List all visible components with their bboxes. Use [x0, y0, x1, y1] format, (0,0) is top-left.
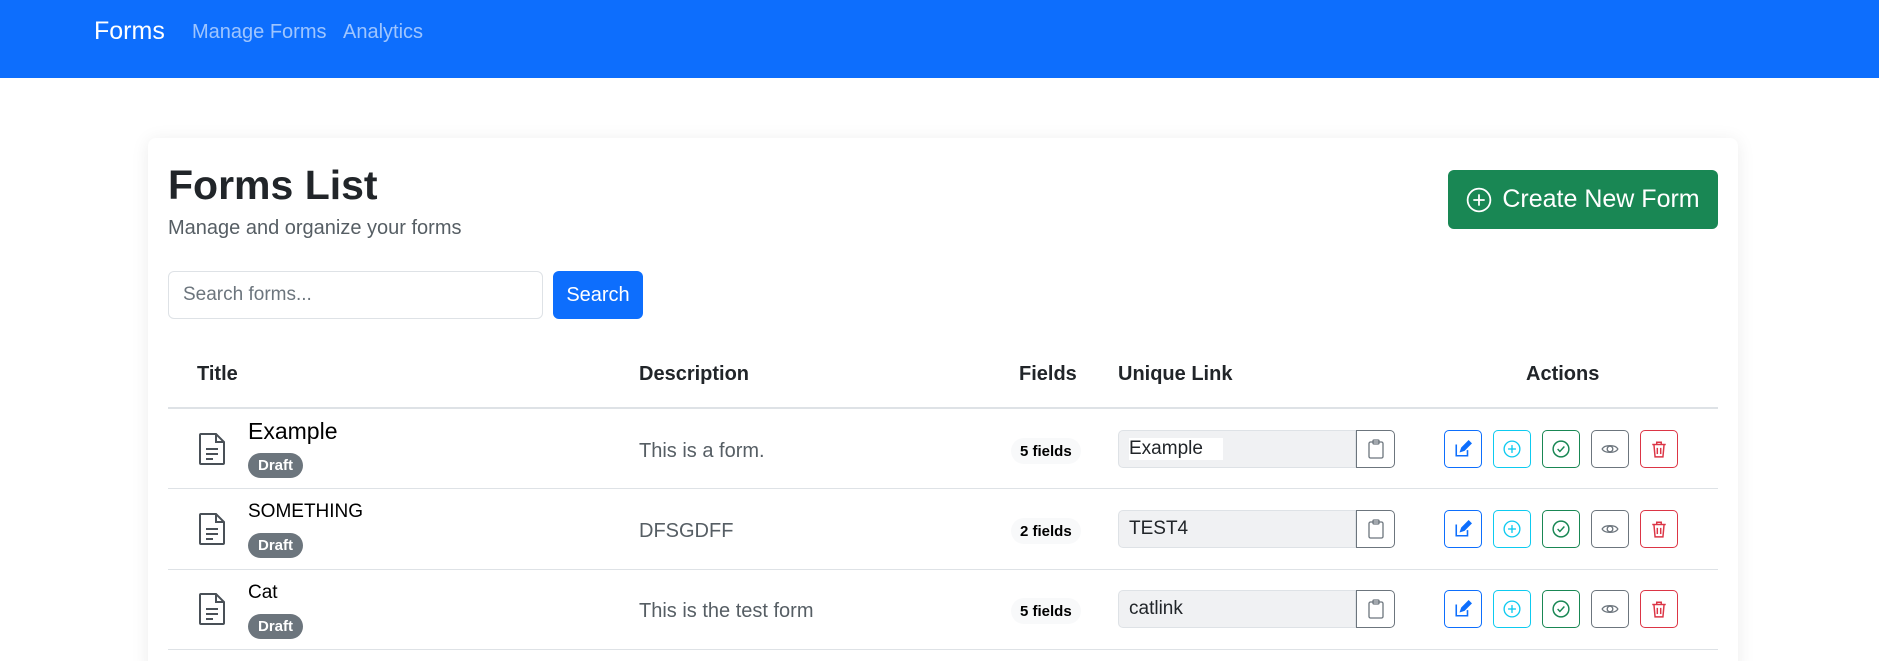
- plus-circle-icon: [1503, 600, 1521, 618]
- trash-icon: [1652, 601, 1666, 618]
- nav-analytics[interactable]: Analytics: [343, 20, 423, 44]
- plus-circle-icon: [1467, 187, 1492, 212]
- fields-count-badge: 5 fields: [1011, 438, 1081, 464]
- add-field-button[interactable]: [1493, 430, 1531, 468]
- publish-button[interactable]: [1542, 430, 1580, 468]
- row-title[interactable]: SOMETHING: [248, 500, 363, 523]
- navbar-brand[interactable]: Forms: [94, 16, 165, 46]
- delete-button[interactable]: [1640, 510, 1678, 548]
- clipboard-icon: [1367, 519, 1384, 539]
- delete-button[interactable]: [1640, 590, 1678, 628]
- row-description: This is the test form: [639, 600, 814, 622]
- row-title[interactable]: Cat: [248, 581, 278, 604]
- edit-icon: [1455, 520, 1472, 537]
- eye-icon: [1601, 444, 1619, 454]
- row-divider: [168, 649, 1718, 650]
- create-new-form-label: Create New Form: [1502, 185, 1700, 213]
- copy-link-button[interactable]: [1356, 510, 1395, 548]
- unique-link-value: catlink: [1129, 598, 1183, 619]
- row-title[interactable]: Example: [248, 418, 337, 445]
- add-field-button[interactable]: [1493, 510, 1531, 548]
- eye-icon: [1601, 604, 1619, 614]
- unique-link-field[interactable]: catlink: [1118, 590, 1356, 628]
- status-badge: Draft: [248, 614, 304, 639]
- unique-link-field[interactable]: Example: [1118, 430, 1356, 468]
- edit-icon: [1455, 440, 1472, 457]
- add-field-button[interactable]: [1493, 590, 1531, 628]
- unique-link-value: TEST4: [1129, 518, 1189, 539]
- page-subtitle: Manage and organize your forms: [168, 217, 462, 239]
- column-header-title: Title: [197, 363, 238, 385]
- search-button[interactable]: Search: [553, 271, 643, 319]
- create-new-form-button[interactable]: Create New Form: [1448, 170, 1718, 229]
- copy-link-button[interactable]: [1356, 430, 1395, 468]
- publish-button[interactable]: [1542, 510, 1580, 548]
- plus-circle-icon: [1503, 520, 1521, 538]
- row-divider: [168, 488, 1718, 489]
- row-divider: [168, 569, 1718, 570]
- search-input[interactable]: [168, 271, 543, 319]
- document-icon: [199, 593, 225, 625]
- delete-button[interactable]: [1640, 430, 1678, 468]
- unique-link-value: Example: [1129, 438, 1223, 460]
- column-header-unique-link: Unique Link: [1118, 363, 1233, 385]
- document-icon: [199, 513, 225, 545]
- view-button[interactable]: [1591, 510, 1629, 548]
- column-header-description: Description: [639, 363, 750, 385]
- view-button[interactable]: [1591, 590, 1629, 628]
- view-button[interactable]: [1591, 430, 1629, 468]
- plus-circle-icon: [1503, 440, 1521, 458]
- edit-button[interactable]: [1444, 590, 1482, 628]
- fields-count-badge: 5 fields: [1011, 598, 1081, 624]
- fields-count-badge: 2 fields: [1011, 518, 1081, 544]
- publish-button[interactable]: [1542, 590, 1580, 628]
- clipboard-icon: [1367, 439, 1384, 459]
- trash-icon: [1652, 521, 1666, 538]
- trash-icon: [1652, 441, 1666, 458]
- row-description: This is a form.: [639, 440, 765, 462]
- status-badge: Draft: [248, 533, 304, 558]
- check-circle-icon: [1552, 600, 1570, 618]
- check-circle-icon: [1552, 440, 1570, 458]
- eye-icon: [1601, 524, 1619, 534]
- edit-button[interactable]: [1444, 430, 1482, 468]
- page-title: Forms List: [168, 162, 378, 208]
- unique-link-field[interactable]: TEST4: [1118, 510, 1356, 548]
- top-navbar: Forms Manage Forms Analytics: [0, 0, 1879, 78]
- nav-manage-forms[interactable]: Manage Forms: [192, 20, 327, 44]
- column-header-actions: Actions: [1526, 363, 1600, 385]
- check-circle-icon: [1552, 520, 1570, 538]
- table-header-divider: [168, 407, 1718, 409]
- status-badge: Draft: [248, 453, 304, 478]
- copy-link-button[interactable]: [1356, 590, 1395, 628]
- column-header-fields: Fields: [1019, 363, 1077, 385]
- clipboard-icon: [1367, 599, 1384, 619]
- edit-icon: [1455, 600, 1472, 617]
- row-description: DFSGDFF: [639, 520, 734, 542]
- document-icon: [199, 433, 225, 465]
- edit-button[interactable]: [1444, 510, 1482, 548]
